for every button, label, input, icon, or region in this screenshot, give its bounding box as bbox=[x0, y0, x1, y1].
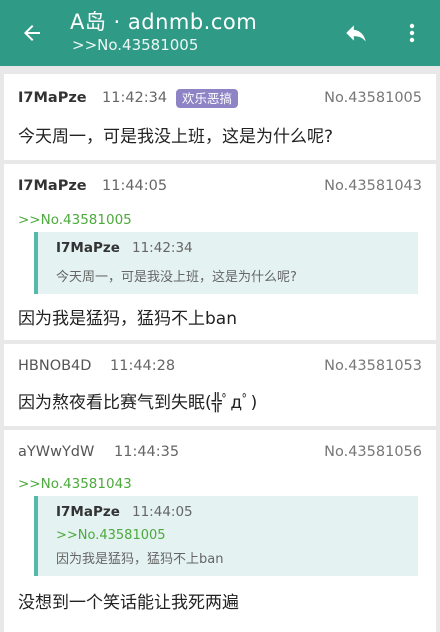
post-uid[interactable]: I7MaPze bbox=[18, 90, 87, 106]
post-number: No.43581005 bbox=[324, 90, 422, 106]
post-card[interactable]: I7MaPze 11:44:05 No.43581043 >>No.435810… bbox=[4, 164, 436, 340]
post-meta: I7MaPze 11:42:34 欢乐恶搞 No.43581005 bbox=[18, 84, 422, 112]
more-button[interactable] bbox=[400, 18, 424, 48]
quote-uid: I7MaPze bbox=[56, 240, 120, 256]
post-content: 没想到一个笑话能让我死两遍 bbox=[18, 593, 239, 613]
post-meta: I7MaPze 11:44:05 No.43581043 bbox=[18, 172, 422, 200]
app-title: A岛 · adnmb.com bbox=[70, 10, 258, 34]
post-card[interactable]: I7MaPze 11:42:34 欢乐恶搞 No.43581005 今天周一，可… bbox=[4, 74, 436, 160]
quote-uid: I7MaPze bbox=[56, 504, 120, 520]
quote-block[interactable]: I7MaPze 11:44:05 >>No.43581005 因为我是猛犸，猛犸… bbox=[34, 496, 418, 576]
post-card[interactable]: aYWwYdW 11:44:35 No.43581056 >>No.435810… bbox=[4, 430, 436, 632]
arrow-left-icon bbox=[24, 25, 40, 41]
post-time: 11:42:34 bbox=[102, 90, 168, 106]
quote-reference[interactable]: >>No.43581005 bbox=[56, 528, 166, 543]
reference-link[interactable]: >>No.43581043 bbox=[18, 476, 132, 492]
quote-text: 今天周一，可是我没上班，这是为什么呢? bbox=[56, 270, 297, 285]
post-content: 因为熬夜看比赛气到失眠(╬ﾟдﾟ) bbox=[18, 393, 258, 413]
post-meta: aYWwYdW 11:44:35 No.43581056 bbox=[18, 438, 422, 466]
reply-button[interactable] bbox=[340, 18, 372, 48]
quote-block[interactable]: I7MaPze 11:42:34 今天周一，可是我没上班，这是为什么呢? bbox=[34, 232, 418, 294]
post-card[interactable]: HBNOB4D 11:44:28 No.43581053 因为熬夜看比赛气到失眠… bbox=[4, 344, 436, 426]
back-button[interactable] bbox=[14, 17, 50, 49]
reply-icon bbox=[346, 25, 366, 42]
app-bar: A岛 · adnmb.com >>No.43581005 bbox=[0, 0, 440, 66]
post-content: 今天周一，可是我没上班，这是为什么呢? bbox=[18, 127, 334, 147]
thread-id: >>No.43581005 bbox=[72, 36, 199, 54]
category-badge[interactable]: 欢乐恶搞 bbox=[176, 89, 239, 108]
quote-time: 11:42:34 bbox=[132, 240, 193, 256]
post-uid[interactable]: aYWwYdW bbox=[18, 444, 94, 460]
post-uid[interactable]: I7MaPze bbox=[18, 178, 87, 194]
more-vert-icon bbox=[409, 23, 415, 43]
post-time: 11:44:05 bbox=[102, 178, 168, 194]
reference-link[interactable]: >>No.43581005 bbox=[18, 212, 132, 228]
post-meta: HBNOB4D 11:44:28 No.43581053 bbox=[18, 352, 422, 380]
post-content: 因为我是猛犸，猛犸不上ban bbox=[18, 309, 237, 329]
post-time: 11:44:28 bbox=[110, 358, 176, 374]
quote-text: 因为我是猛犸，猛犸不上ban bbox=[56, 552, 224, 567]
post-number: No.43581053 bbox=[324, 358, 422, 374]
quote-time: 11:44:05 bbox=[132, 504, 193, 520]
post-number: No.43581056 bbox=[324, 444, 422, 460]
post-number: No.43581043 bbox=[324, 178, 422, 194]
post-time: 11:44:35 bbox=[114, 444, 180, 460]
post-uid[interactable]: HBNOB4D bbox=[18, 358, 91, 374]
